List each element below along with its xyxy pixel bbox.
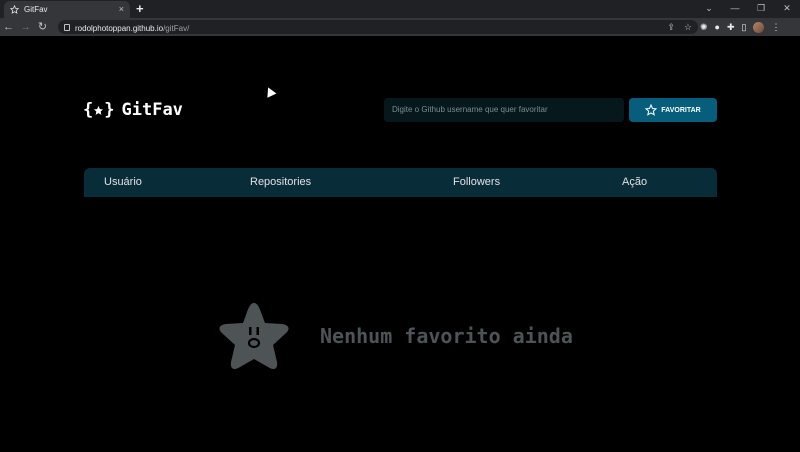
puzzle-icon[interactable]: ✚	[727, 22, 735, 33]
menu-kebab-icon[interactable]: ⋮	[771, 22, 780, 33]
url-host: rodolphotoppan.github.io	[75, 24, 164, 33]
star-favicon-icon	[10, 5, 19, 14]
avatar[interactable]	[753, 21, 765, 33]
sad-star-icon	[219, 303, 289, 370]
share-icon[interactable]: ⇪	[667, 20, 675, 34]
username-search-input[interactable]: Digite o Github username que quer favori…	[384, 98, 624, 122]
logo: {} GitFav	[83, 100, 183, 120]
reload-icon[interactable]: ↻	[34, 18, 51, 36]
column-header-followers: Followers	[453, 176, 501, 188]
back-arrow-icon[interactable]: ←	[0, 18, 17, 36]
bookmark-star-icon[interactable]: ☆	[684, 20, 692, 34]
window-controls: ⌄ — ❐ ✕	[696, 0, 800, 18]
url-path: /gitFav/	[163, 24, 190, 33]
star-outline-icon	[645, 104, 658, 116]
extensions-area: ✺ ● ✚ ▯ ⋮	[700, 18, 780, 36]
address-bar[interactable]: rodolphotoppan.github.io/gitFav/ ⇪ ☆	[58, 20, 698, 34]
extension-gear-icon[interactable]: ✺	[700, 22, 708, 33]
braced-star-icon: {}	[83, 100, 115, 120]
favorite-button-label: FAVORITAR	[661, 106, 701, 114]
close-window-button[interactable]: ✕	[774, 0, 800, 18]
tab-search-icon[interactable]: ⌄	[696, 0, 722, 18]
column-header-repositories: Repositories	[250, 176, 312, 188]
minimize-button[interactable]: —	[722, 0, 748, 18]
page: {} GitFav Digite o Github username que q…	[0, 36, 800, 452]
empty-state: Nenhum favorito ainda	[218, 301, 573, 371]
browser-tabstrip: GitFav × + ⌄ — ❐ ✕	[0, 0, 800, 18]
empty-state-message: Nenhum favorito ainda	[320, 324, 573, 348]
tab-title: GitFav	[24, 5, 48, 14]
browser-toolbar: ← → ↻ rodolphotoppan.github.io/gitFav/ ⇪…	[0, 18, 800, 36]
browser-tab[interactable]: GitFav ×	[4, 1, 130, 18]
extension-circle-icon[interactable]: ●	[715, 22, 720, 32]
column-header-action: Ação	[622, 176, 648, 188]
logo-text: GitFav	[121, 100, 183, 120]
sidebar-icon[interactable]: ▯	[742, 22, 747, 33]
restore-button[interactable]: ❐	[748, 0, 774, 18]
lock-icon[interactable]	[64, 23, 70, 31]
forward-arrow-icon[interactable]: →	[17, 18, 34, 36]
column-header-user: Usuário	[104, 176, 142, 188]
table-header: Usuário Repositories Followers Ação	[84, 168, 717, 197]
new-tab-button[interactable]: +	[136, 2, 144, 15]
favorite-button[interactable]: FAVORITAR	[629, 98, 717, 122]
close-tab-icon[interactable]: ×	[119, 5, 124, 14]
